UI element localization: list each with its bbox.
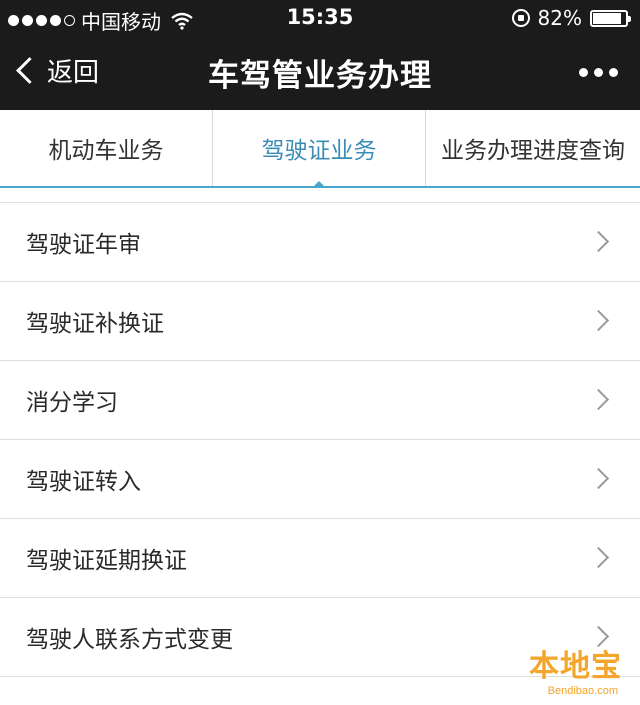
status-bar: 中国移动 15:35 82% — [0, 0, 640, 36]
battery-percent: 82% — [537, 6, 582, 30]
list-item-label: 驾驶人联系方式变更 — [26, 627, 233, 653]
chevron-right-icon — [587, 467, 610, 490]
tab-label: 业务办理进度查询 — [441, 138, 625, 164]
chevron-right-icon — [587, 388, 610, 411]
list-item-label: 驾驶证年审 — [26, 232, 141, 258]
status-right: 82% — [511, 6, 631, 30]
active-tab-indicator — [312, 181, 326, 188]
tab-label: 机动车业务 — [48, 138, 164, 164]
tab-label: 驾驶证业务 — [261, 138, 377, 164]
watermark-url: Bendibao.com — [547, 685, 618, 697]
list-item[interactable]: 驾驶证延期换证 — [0, 519, 640, 598]
tab-bar: 机动车业务 驾驶证业务 业务办理进度查询 — [0, 110, 640, 188]
list-item[interactable]: 驾驶证转入 — [0, 440, 640, 519]
tab-vehicle-business[interactable]: 机动车业务 — [0, 110, 212, 186]
list-item[interactable]: 消分学习 — [0, 361, 640, 440]
watermark-brand: 本地宝 — [529, 649, 622, 684]
list-item-label: 驾驶证转入 — [26, 469, 141, 495]
list-item[interactable]: 驾驶证补换证 — [0, 282, 640, 361]
nav-bar: 返回 车驾管业务办理 — [0, 36, 640, 110]
page-title: 车驾管业务办理 — [208, 58, 432, 94]
top-bar: 中国移动 15:35 82% 返回 车驾管业务办理 — [0, 0, 640, 110]
battery-icon — [590, 9, 631, 27]
tab-license-business[interactable]: 驾驶证业务 — [212, 110, 426, 188]
service-list: 驾驶证年审 驾驶证补换证 消分学习 驾驶证转入 驾驶证延期换证 驾驶人联系方式变… — [0, 202, 640, 677]
more-dot-icon — [594, 68, 603, 77]
more-dot-icon — [579, 68, 588, 77]
more-options-button[interactable] — [579, 68, 618, 77]
rotation-lock-icon — [511, 9, 530, 27]
list-item-label: 驾驶证延期换证 — [26, 548, 187, 574]
more-dot-icon — [609, 68, 618, 77]
list-item[interactable]: 驾驶证年审 — [0, 203, 640, 282]
chevron-right-icon — [587, 230, 610, 253]
list-item-label: 驾驶证补换证 — [26, 311, 164, 337]
list-item-label: 消分学习 — [26, 390, 118, 416]
chevron-right-icon — [587, 309, 610, 332]
chevron-right-icon — [587, 546, 610, 569]
watermark-logo: 本地宝 Bendibao.com — [498, 639, 628, 699]
tab-progress-query[interactable]: 业务办理进度查询 — [426, 110, 640, 186]
